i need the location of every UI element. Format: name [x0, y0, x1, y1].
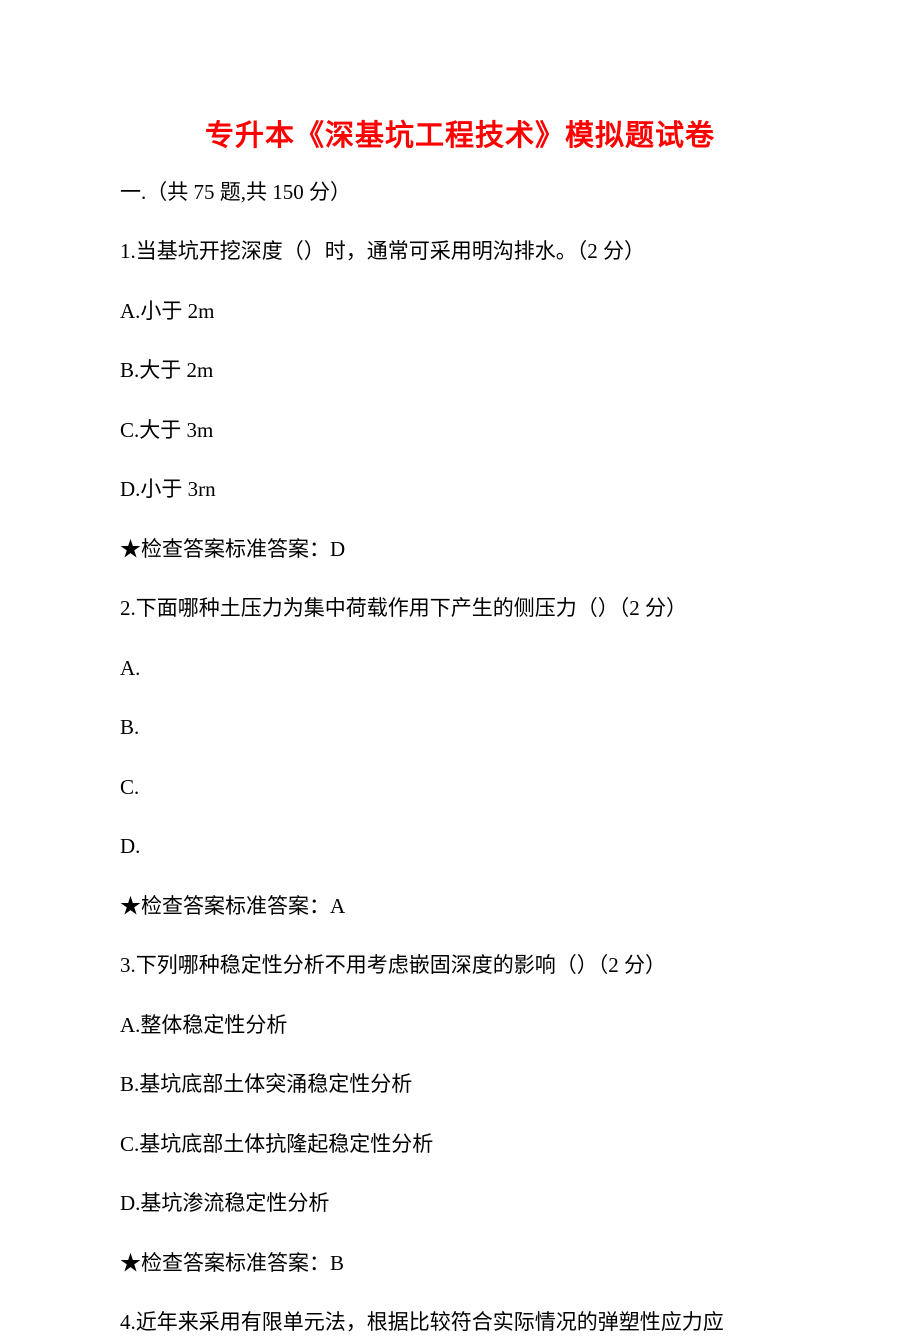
question-1-option-c: C.大于 3m — [120, 415, 800, 447]
question-2-option-b: B. — [120, 712, 800, 744]
exam-title: 专升本《深基坑工程技术》模拟题试卷 — [120, 115, 800, 159]
question-2-option-d: D. — [120, 831, 800, 863]
question-1-option-d: D.小于 3rn — [120, 474, 800, 506]
question-2-answer: ★检查答案标准答案：A — [120, 891, 800, 923]
section-header: 一.（共 75 题,共 150 分） — [120, 177, 800, 209]
question-1-option-a: A.小于 2m — [120, 296, 800, 328]
question-1-answer: ★检查答案标准答案：D — [120, 534, 800, 566]
question-4-text: 4.近年来采用有限单元法，根据比较符合实际情况的弹塑性应力应 — [120, 1307, 800, 1339]
question-3-option-b: B.基坑底部土体突涌稳定性分析 — [120, 1069, 800, 1101]
question-3-option-d: D.基坑渗流稳定性分析 — [120, 1188, 800, 1220]
question-3-option-c: C.基坑底部土体抗隆起稳定性分析 — [120, 1129, 800, 1161]
question-1-option-b: B.大于 2m — [120, 355, 800, 387]
question-3-answer: ★检查答案标准答案：B — [120, 1248, 800, 1280]
question-1-text: 1.当基坑开挖深度（）时，通常可采用明沟排水。（2 分） — [120, 236, 800, 268]
question-2-text: 2.下面哪种土压力为集中荷载作用下产生的侧压力（）（2 分） — [120, 593, 800, 625]
question-2-option-a: A. — [120, 653, 800, 685]
question-2-option-c: C. — [120, 772, 800, 804]
question-3-text: 3.下列哪种稳定性分析不用考虑嵌固深度的影响（）（2 分） — [120, 950, 800, 982]
question-3-option-a: A.整体稳定性分析 — [120, 1010, 800, 1042]
